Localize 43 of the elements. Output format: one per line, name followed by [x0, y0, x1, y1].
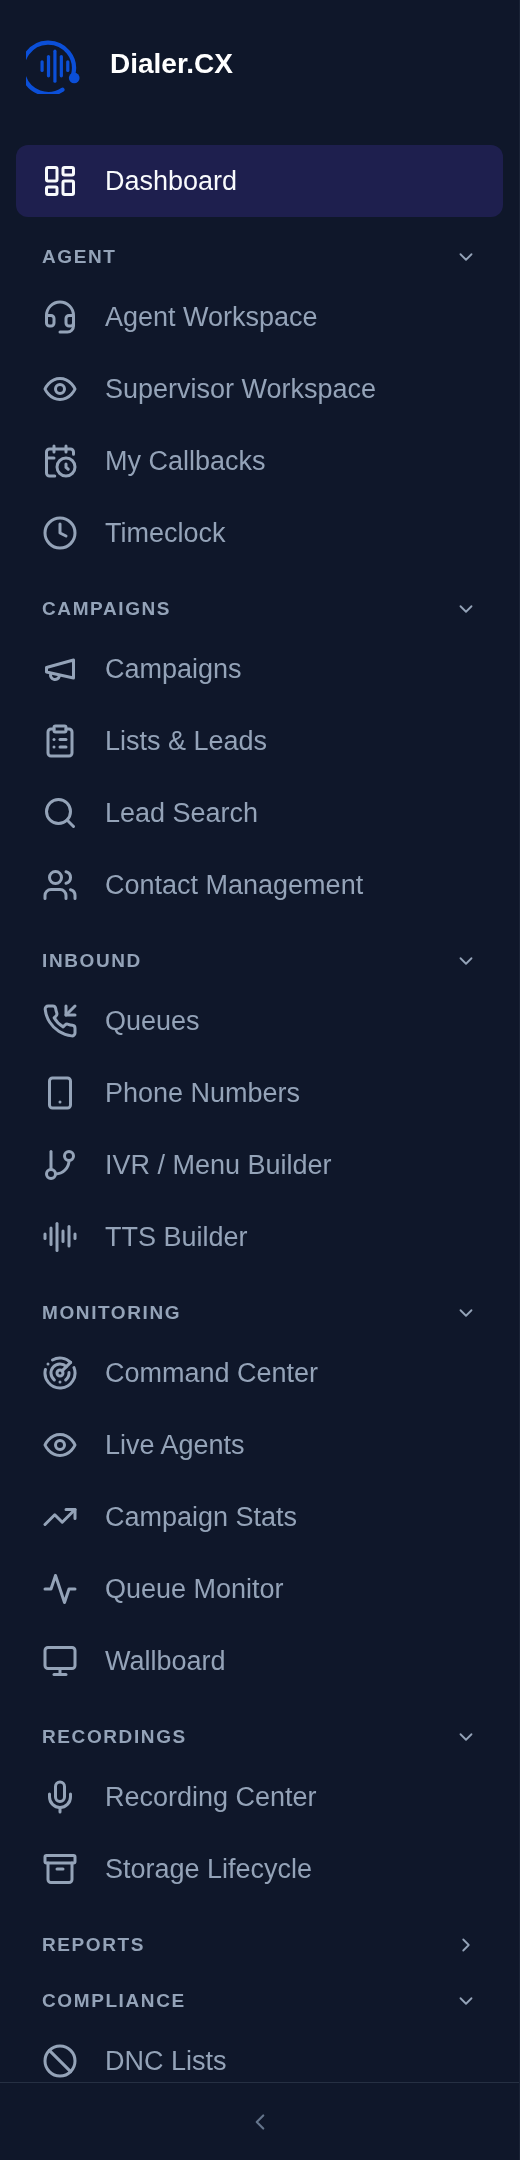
nav-item[interactable]: Campaign Stats: [16, 1481, 503, 1553]
pulse-icon: [42, 1571, 78, 1607]
nav-item[interactable]: IVR / Menu Builder: [16, 1129, 503, 1201]
nav-item[interactable]: TTS Builder: [16, 1201, 503, 1273]
headset-icon: [42, 299, 78, 335]
radar-icon: [42, 1355, 78, 1391]
phone-incoming-icon: [42, 1003, 78, 1039]
nav-item[interactable]: DNC Lists: [16, 2025, 503, 2082]
section-header[interactable]: REPORTS: [16, 1921, 503, 1969]
section-header[interactable]: INBOUND: [16, 937, 503, 985]
section-header[interactable]: COMPLIANCE: [16, 1977, 503, 2025]
users-icon: [42, 867, 78, 903]
calendar-clock-icon: [42, 443, 78, 479]
nav-item[interactable]: Storage Lifecycle: [16, 1833, 503, 1905]
archive-icon: [42, 1851, 78, 1887]
nav-item[interactable]: Supervisor Workspace: [16, 353, 503, 425]
nav-item[interactable]: My Callbacks: [16, 425, 503, 497]
nav-item[interactable]: Lead Search: [16, 777, 503, 849]
nav-item[interactable]: Dashboard: [16, 145, 503, 217]
nav-item[interactable]: Queues: [16, 985, 503, 1057]
section-header[interactable]: RECORDINGS: [16, 1713, 503, 1761]
nav-item[interactable]: Recording Center: [16, 1761, 503, 1833]
search-icon: [42, 795, 78, 831]
ban-icon: [42, 2043, 78, 2079]
nav-item[interactable]: Timeclock: [16, 497, 503, 569]
nav-item[interactable]: Live Agents: [16, 1409, 503, 1481]
nav-item[interactable]: Queue Monitor: [16, 1553, 503, 1625]
branch-icon: [42, 1147, 78, 1183]
section-header[interactable]: MONITORING: [16, 1289, 503, 1337]
nav-item[interactable]: Wallboard: [16, 1625, 503, 1697]
nav-item[interactable]: Lists & Leads: [16, 705, 503, 777]
clock-icon: [42, 515, 78, 551]
sound-wave-icon: [42, 1219, 78, 1255]
section-header[interactable]: CAMPAIGNS: [16, 585, 503, 633]
brand-name: Dialer.CX: [110, 47, 233, 81]
nav-item[interactable]: Agent Workspace: [16, 281, 503, 353]
nav-item[interactable]: Contact Management: [16, 849, 503, 921]
section-header[interactable]: AGENT: [16, 233, 503, 281]
nav-item[interactable]: Phone Numbers: [16, 1057, 503, 1129]
monitor-icon: [42, 1643, 78, 1679]
grid-icon: [42, 163, 78, 199]
nav-item[interactable]: Campaigns: [16, 633, 503, 705]
nav-item[interactable]: Command Center: [16, 1337, 503, 1409]
